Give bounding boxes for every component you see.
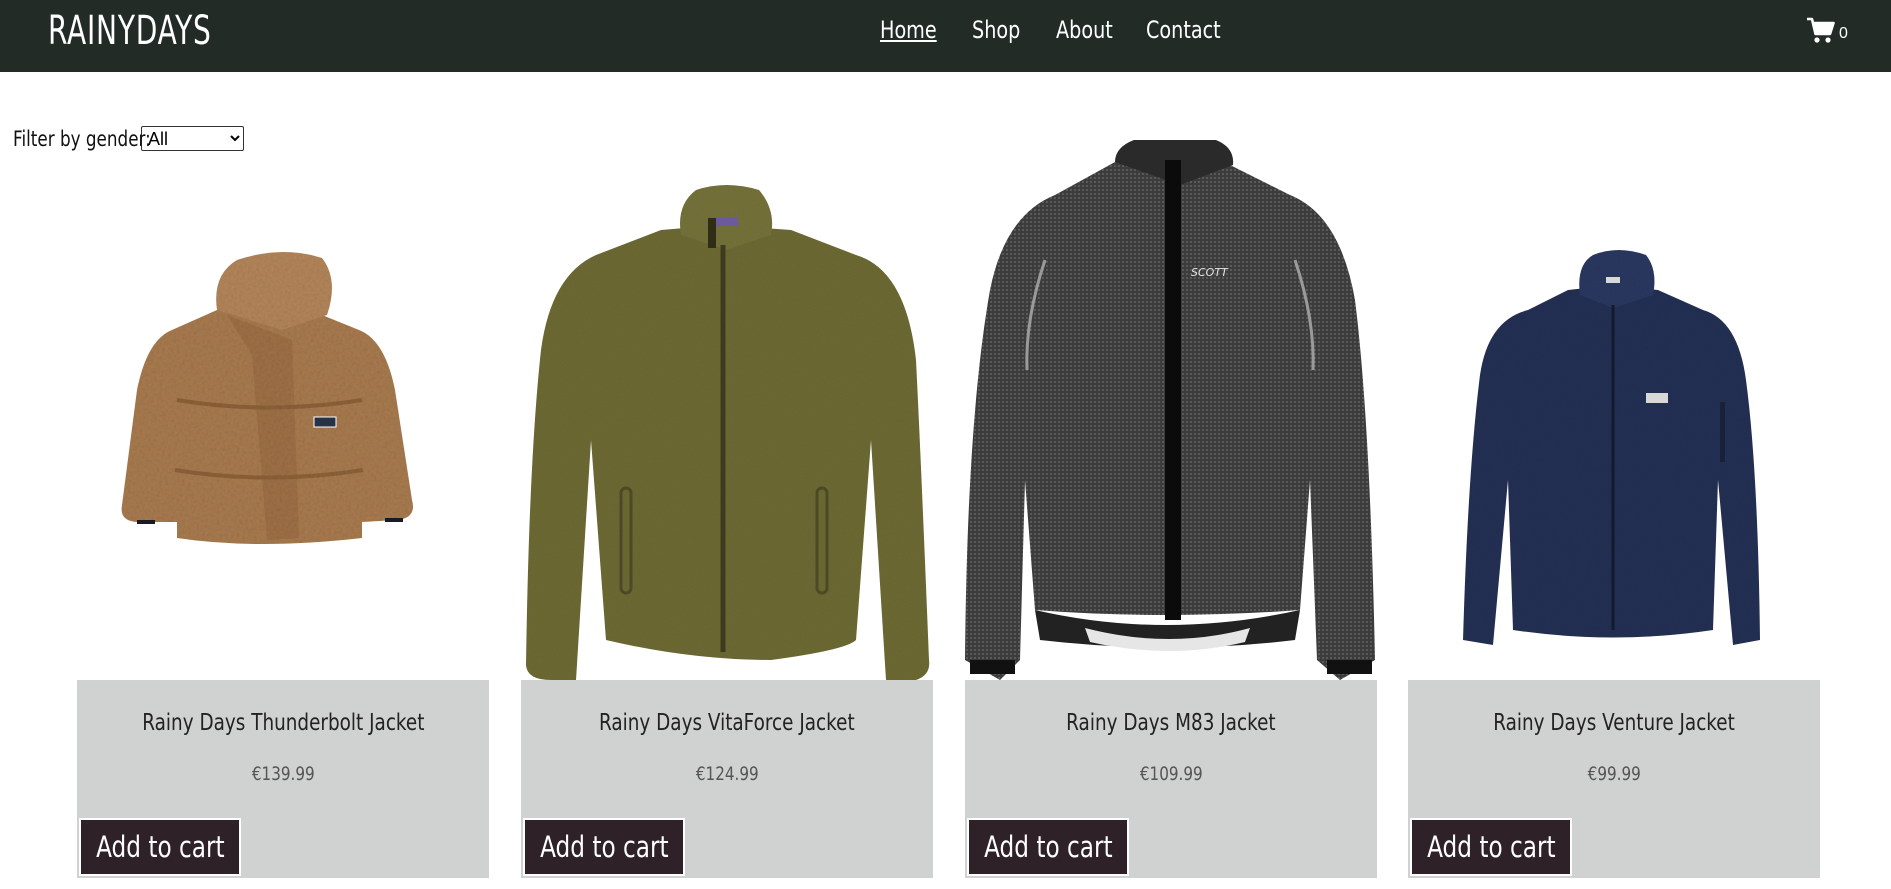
product-name[interactable]: Rainy Days M83 Jacket — [965, 710, 1377, 736]
product-name[interactable]: Rainy Days Venture Jacket — [1408, 710, 1820, 736]
product-card: Rainy Days VitaForce Jacket €124.99 Add … — [521, 140, 933, 878]
site-logo[interactable]: RAINYDAYS — [48, 8, 212, 54]
add-to-cart-button[interactable]: Add to cart — [79, 818, 241, 876]
product-card: Rainy Days Venture Jacket €99.99 Add to … — [1408, 140, 1820, 878]
add-to-cart-button[interactable]: Add to cart — [523, 818, 685, 876]
product-price: €109.99 — [1139, 763, 1203, 785]
svg-text:SCOTT: SCOTT — [1191, 266, 1229, 279]
nav-home-link[interactable]: Home — [880, 14, 950, 46]
cart-count-badge: 0 — [1839, 25, 1848, 42]
product-name[interactable]: Rainy Days VitaForce Jacket — [521, 710, 933, 736]
product-image[interactable] — [77, 140, 489, 680]
product-price: €99.99 — [1587, 763, 1641, 785]
product-image[interactable]: SCOTT — [965, 138, 1377, 680]
cart-button[interactable]: 0 — [1806, 16, 1848, 44]
product-info: Rainy Days Thunderbolt Jacket €139.99 Ad… — [77, 680, 489, 878]
product-image[interactable] — [1408, 140, 1820, 680]
nav-about-link[interactable]: About — [1056, 14, 1125, 46]
product-image[interactable] — [521, 140, 933, 680]
product-card: Rainy Days Thunderbolt Jacket €139.99 Ad… — [77, 140, 489, 878]
product-name[interactable]: Rainy Days Thunderbolt Jacket — [77, 710, 489, 736]
product-price: €124.99 — [695, 763, 759, 785]
cart-icon — [1807, 17, 1835, 43]
add-to-cart-button[interactable]: Add to cart — [967, 818, 1129, 876]
product-info: Rainy Days M83 Jacket €109.99 Add to car… — [965, 680, 1377, 878]
add-to-cart-button[interactable]: Add to cart — [1410, 818, 1572, 876]
nav-shop-link[interactable]: Shop — [972, 14, 1036, 46]
site-header: RAINYDAYS Home Shop About Contact 0 — [0, 0, 1891, 72]
product-price: €139.99 — [251, 763, 315, 785]
product-card: SCOTT Rainy Days M83 Jacket €109.99 Add … — [965, 138, 1377, 878]
main-nav: Home Shop About Contact — [880, 14, 1250, 46]
product-info: Rainy Days Venture Jacket €99.99 Add to … — [1408, 680, 1820, 878]
product-info: Rainy Days VitaForce Jacket €124.99 Add … — [521, 680, 933, 878]
nav-contact-link[interactable]: Contact — [1146, 14, 1226, 46]
